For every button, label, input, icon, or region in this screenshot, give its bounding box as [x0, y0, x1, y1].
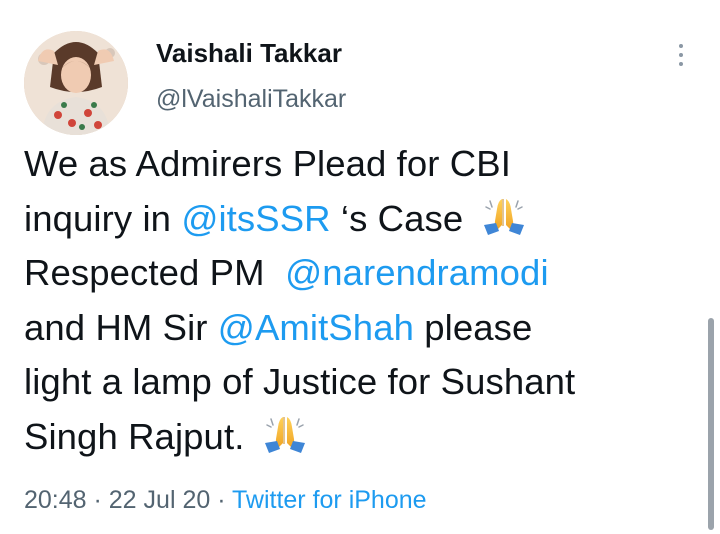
tweet-text-segment: Singh Rajput. [24, 415, 255, 457]
tweet-text: We as Admirers Plead for CBI inquiry in @… [24, 137, 704, 464]
tweet-time[interactable]: 20:48 [24, 486, 87, 514]
tweet-date[interactable]: 22 Jul 20 [109, 486, 210, 514]
avatar-image [24, 31, 128, 135]
author-display-name[interactable]: Vaishali Takkar [156, 38, 342, 69]
more-options-button[interactable] [662, 38, 700, 72]
more-vertical-icon [679, 44, 683, 66]
meta-separator: · [86, 486, 109, 514]
scrollbar[interactable] [708, 318, 714, 530]
meta-separator: · [210, 486, 233, 514]
mention-link[interactable]: @narendramodi [285, 252, 549, 293]
tweet-text-segment: light a lamp of Justice for Sushant [24, 361, 576, 402]
tweet-text-line: We as Admirers Plead for CBI [24, 137, 704, 192]
tweet-text-line: Singh Rajput. [24, 410, 704, 465]
mention-link[interactable]: @itsSSR [181, 198, 330, 239]
tweet-text-segment: please [414, 306, 533, 348]
tweet-text-line: light a lamp of Justice for Sushant [24, 355, 704, 410]
tweet-text-line: inquiry in @itsSSR ‘s Case [24, 192, 704, 247]
author-handle[interactable]: @lVaishaliTakkar [156, 85, 346, 114]
folded-hands-icon [261, 413, 309, 457]
tweet-text-segment: and HM Sir [24, 306, 218, 348]
tweet-text-segment: ‘s Case [330, 197, 474, 239]
tweet-meta: 20:48 · 22 Jul 20 · Twitter for iPhone [24, 486, 427, 515]
folded-hands-icon [480, 195, 528, 239]
avatar[interactable] [24, 31, 128, 135]
tweet-text-segment: inquiry in [24, 197, 182, 239]
tweet-card: Vaishali Takkar @lVaishaliTakkar We as A… [0, 0, 720, 534]
tweet-text-segment: We as Admirers Plead for CBI [24, 143, 511, 184]
tweet-text-segment: Respected PM [24, 252, 286, 293]
mention-link[interactable]: @AmitShah [218, 307, 414, 348]
tweet-source-link[interactable]: Twitter for iPhone [232, 486, 427, 514]
tweet-text-line: and HM Sir @AmitShah please [24, 301, 704, 356]
tweet-text-line: Respected PM @narendramodi [24, 246, 704, 301]
